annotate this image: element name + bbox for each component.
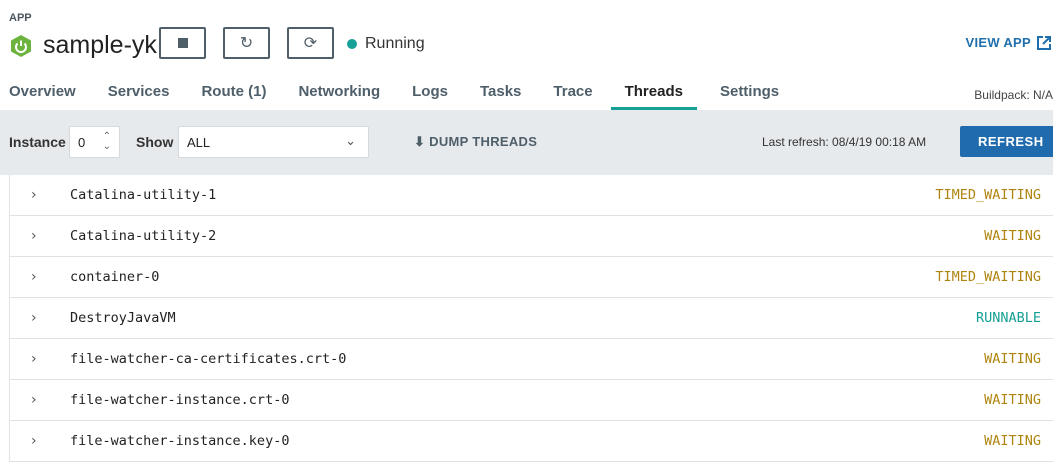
dump-label: DUMP THREADS: [429, 134, 538, 149]
tab-networking[interactable]: Networking: [289, 80, 380, 110]
status-dot: [347, 39, 357, 49]
status-text: Running: [365, 35, 425, 52]
external-link-icon: [1037, 35, 1051, 50]
thread-row[interactable]: › file-watcher-ca-certificates.crt-0 WAITI…: [10, 339, 1053, 380]
tab-bar: Overview Services Route (1) Networking Logs T…: [0, 80, 802, 110]
show-select[interactable]: ALL ⌄: [178, 126, 369, 158]
chevron-right-icon[interactable]: ›: [31, 392, 37, 408]
app-label: APP: [9, 12, 32, 24]
thread-name: DestroyJavaVM: [70, 310, 176, 326]
chevron-right-icon[interactable]: ›: [31, 433, 37, 449]
show-value: ALL: [187, 135, 211, 150]
dump-threads-button[interactable]: ⬇ DUMP THREADS: [414, 134, 537, 150]
tab-route[interactable]: Route (1): [192, 80, 266, 110]
thread-state: WAITING: [984, 228, 1041, 244]
thread-row[interactable]: › DestroyJavaVM RUNNABLE: [10, 298, 1053, 339]
app-name: sample-yk: [43, 31, 157, 59]
thread-state: TIMED_WAITING: [935, 269, 1041, 285]
tab-threads[interactable]: Threads: [610, 80, 697, 110]
tab-overview[interactable]: Overview: [0, 80, 76, 110]
stop-button[interactable]: [159, 27, 206, 59]
chevron-right-icon[interactable]: ›: [31, 310, 37, 326]
thread-state: WAITING: [984, 351, 1041, 367]
thread-name: file-watcher-instance.key-0: [70, 433, 290, 449]
stop-icon: [177, 38, 188, 48]
instance-stepper[interactable]: 0 ⌃ ⌄: [69, 126, 120, 158]
thread-name: container-0: [70, 269, 160, 285]
chevron-right-icon[interactable]: ›: [31, 228, 37, 244]
thread-row[interactable]: › file-watcher-instance.crt-0 WAITING: [10, 380, 1053, 421]
thread-row[interactable]: › file-watcher-instance.key-0 WAITING: [10, 421, 1053, 462]
instance-label: Instance: [9, 134, 66, 150]
thread-state: WAITING: [984, 392, 1041, 408]
tab-settings[interactable]: Settings: [711, 80, 779, 110]
tab-tasks[interactable]: Tasks: [471, 80, 521, 110]
instance-value: 0: [78, 135, 86, 150]
thread-state: WAITING: [984, 433, 1041, 449]
thread-name: file-watcher-ca-certificates.crt-0: [70, 351, 347, 367]
chevron-right-icon[interactable]: ›: [31, 187, 37, 203]
spring-power-icon: [11, 35, 31, 57]
buildpack-info: Buildpack: N/A: [974, 88, 1053, 102]
restart-button[interactable]: ↻: [223, 27, 270, 59]
thread-row[interactable]: › Catalina-utility-2 WAITING: [10, 216, 1053, 257]
refresh-button[interactable]: REFRESH: [960, 126, 1053, 157]
thread-state: RUNNABLE: [975, 310, 1041, 326]
chevron-down-icon: ⌄: [345, 133, 356, 148]
stepper-icon: ⌃ ⌄: [102, 131, 111, 152]
tab-logs[interactable]: Logs: [403, 80, 448, 110]
view-app-label: VIEW APP: [965, 35, 1031, 50]
thread-state: TIMED_WAITING: [935, 187, 1041, 203]
last-refresh: Last refresh: 08/4/19 00:18 AM: [762, 135, 927, 149]
view-app-link[interactable]: VIEW APP: [966, 35, 1051, 50]
show-label: Show: [136, 134, 174, 150]
download-icon: ⬇: [414, 134, 426, 149]
thread-name: file-watcher-instance.crt-0: [70, 392, 290, 408]
restart-icon: ↻: [239, 35, 254, 52]
chevron-right-icon[interactable]: ›: [31, 269, 37, 285]
tab-services[interactable]: Services: [99, 80, 170, 110]
threads-toolbar: Instance 0 ⌃ ⌄ Show ALL ⌄ ⬇ DUMP THREADS La…: [0, 110, 1053, 175]
sync-icon: ⟳: [303, 35, 318, 52]
chevron-right-icon[interactable]: ›: [31, 351, 37, 367]
status-badge: Running: [347, 35, 425, 53]
thread-row[interactable]: › container-0 TIMED_WAITING: [10, 257, 1053, 298]
thread-row[interactable]: › Catalina-utility-1 TIMED_WAITING: [10, 175, 1053, 216]
restage-button[interactable]: ⟳: [287, 27, 334, 59]
thread-name: Catalina-utility-1: [70, 187, 217, 203]
thread-name: Catalina-utility-2: [70, 228, 217, 244]
tab-trace[interactable]: Trace: [544, 80, 592, 110]
thread-list: › Catalina-utility-1 TIMED_WAITING › Catalin…: [9, 175, 1053, 462]
